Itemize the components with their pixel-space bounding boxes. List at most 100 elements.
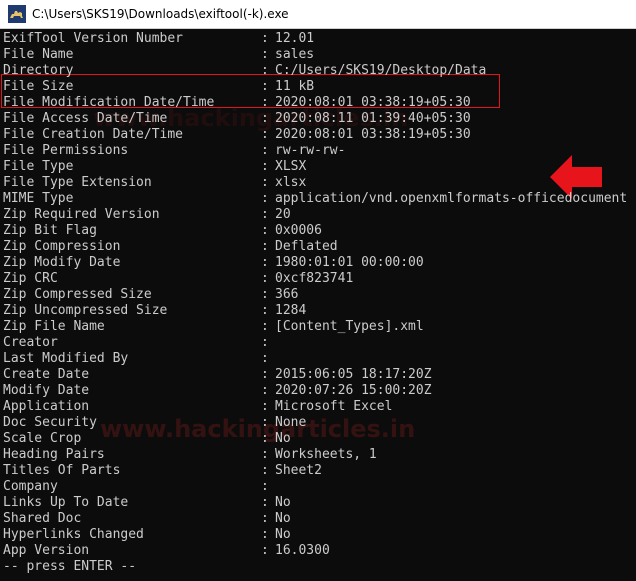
field-separator: : [261,143,269,158]
console-window: C:\Users\SKS19\Downloads\exiftool(-k).ex… [0,0,636,581]
field-separator: : [261,47,269,62]
field-value: 2020:08:01 03:38:19+05:30 [275,127,471,142]
field-name: Application [3,399,90,414]
field-name: Zip Compressed Size [3,287,152,302]
console-line: File Creation Date/Time:2020:08:01 03:38… [3,127,471,143]
field-value: 12.01 [275,31,315,46]
console-line: File Permissions: rw-rw-rw- [3,143,345,159]
field-value: Microsoft Excel [275,399,393,414]
field-name: Zip Modify Date [3,255,121,270]
field-separator: : [261,95,269,110]
field-value: rw-rw-rw- [275,143,346,158]
console-output[interactable]: www.hackingarticles.in www.hackingarticl… [0,31,636,581]
field-value: 1980:01:01 00:00:00 [275,255,424,270]
field-name: App Version [3,543,90,558]
field-separator: : [261,287,269,302]
console-line: Creator: [3,335,275,351]
console-line: Zip Bit Flag:0x0006 [3,223,322,239]
field-separator: : [261,511,269,526]
console-line: File Type: XLSX [3,159,306,175]
field-separator: : [261,239,269,254]
field-value: application/vnd.openxmlformats-officedoc… [275,191,628,206]
field-name: Titles Of Parts [3,463,121,478]
console-line: Titles Of Parts: Sheet2 [3,463,322,479]
field-name: File Creation Date/Time [3,127,184,142]
console-line: Shared Doc: No [3,511,291,527]
console-line: MIME Type: application/vnd.openxmlformats… [3,191,627,207]
field-value: 2015:06:05 18:17:20Z [275,367,432,382]
console-line: Application: Microsoft Excel [3,399,392,415]
field-value: 2020:08:01 03:38:19+05:30 [275,95,471,110]
field-separator: : [261,63,269,78]
console-line: Zip Compression: Deflated [3,239,338,255]
field-value: 16.0300 [275,543,330,558]
console-line: Create Date:2015:06:05 18:17:20Z [3,367,432,383]
field-value: sales [275,47,315,62]
field-name: File Size [3,79,74,94]
console-line: Zip CRC:0xcf823741 [3,271,353,287]
field-name: Zip File Name [3,319,105,334]
field-separator: : [261,399,269,414]
console-line: Company: [3,479,275,495]
field-separator: : [261,271,269,286]
field-name: Create Date [3,367,90,382]
field-value: None [275,415,307,430]
window-title: C:\Users\SKS19\Downloads\exiftool(-k).ex… [32,7,289,21]
field-separator: : [261,79,269,94]
field-name: Links Up To Date [3,495,129,510]
field-separator: : [261,367,269,382]
field-value: 2020:08:11 01:39:40+05:30 [275,111,471,126]
field-value: 0xcf823741 [275,271,354,286]
field-separator: : [261,543,269,558]
field-name: ExifTool Version Number [3,31,184,46]
field-name: File Permissions [3,143,129,158]
field-name: File Type Extension [3,175,152,190]
console-line: Scale Crop: No [3,431,291,447]
field-name: Heading Pairs [3,447,105,462]
field-name: Company [3,479,58,494]
field-value: No [275,527,291,542]
field-value: 0x0006 [275,223,322,238]
field-separator: : [261,319,269,334]
console-line: Zip Modify Date:1980:01:01 00:00:00 [3,255,424,271]
console-line: File Type Extension: xlsx [3,175,306,191]
field-value: Worksheets, 1 [275,447,377,462]
field-name: Zip Required Version [3,207,160,222]
field-name: File Modification Date/Time [3,95,215,110]
field-value: No [275,431,291,446]
field-name: Scale Crop [3,431,82,446]
console-line: Zip Required Version:20 [3,207,291,223]
field-separator: : [261,351,269,366]
field-separator: : [261,415,269,430]
field-name: File Access Date/Time [3,111,168,126]
field-value: 20 [275,207,291,222]
field-separator: : [261,527,269,542]
field-value: No [275,511,291,526]
console-line: Zip File Name: [Content_Types].xml [3,319,424,335]
field-separator: : [261,463,269,478]
field-name: Last Modified By [3,351,129,366]
field-separator: : [261,255,269,270]
console-line: Last Modified By: [3,351,275,367]
field-separator: : [261,111,269,126]
field-name: Creator [3,335,58,350]
field-separator: : [261,447,269,462]
field-separator: : [261,335,269,350]
field-name: File Type [3,159,74,174]
field-name: Zip Uncompressed Size [3,303,168,318]
console-line: Zip Compressed Size:366 [3,287,298,303]
console-line: File Name: sales [3,47,314,63]
field-separator: : [261,31,269,46]
field-value: 1284 [275,303,307,318]
field-name: Hyperlinks Changed [3,527,144,542]
field-value: [Content_Types].xml [275,319,424,334]
field-name: Modify Date [3,383,90,398]
console-line: Zip Uncompressed Size:1284 [3,303,306,319]
field-separator: : [261,495,269,510]
field-value: 366 [275,287,299,302]
title-bar[interactable]: C:\Users\SKS19\Downloads\exiftool(-k).ex… [0,0,636,29]
field-value: XLSX [275,159,307,174]
field-name: Zip Bit Flag [3,223,97,238]
field-separator: : [261,223,269,238]
field-separator: : [261,159,269,174]
